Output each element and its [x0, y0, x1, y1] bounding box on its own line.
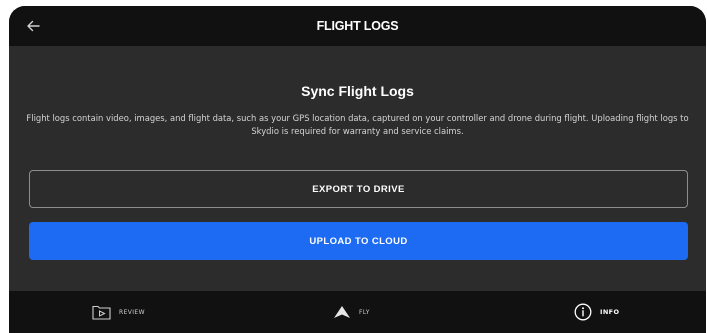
- upload-to-cloud-button[interactable]: UPLOAD TO CLOUD: [29, 222, 688, 260]
- arrow-up-icon: [334, 306, 350, 318]
- export-to-drive-button[interactable]: EXPORT TO DRIVE: [29, 170, 688, 208]
- nav-info[interactable]: INFO: [574, 291, 619, 333]
- top-bar: FLIGHT LOGS: [9, 6, 706, 46]
- app-screen: FLIGHT LOGS Sync Flight Logs Flight logs…: [9, 6, 706, 333]
- nav-fly-label: FLY: [359, 308, 370, 316]
- bottom-nav: REVIEW FLY INFO: [9, 291, 706, 333]
- page-title: FLIGHT LOGS: [316, 19, 399, 33]
- play-folder-icon: [92, 305, 111, 320]
- sync-panel: Sync Flight Logs Flight logs contain vid…: [9, 46, 706, 291]
- arrow-left-icon: [27, 20, 40, 32]
- nav-fly[interactable]: FLY: [333, 291, 370, 333]
- nav-review[interactable]: REVIEW: [92, 291, 145, 333]
- info-circle-icon: [574, 303, 592, 321]
- back-button[interactable]: [22, 15, 44, 37]
- nav-info-label: INFO: [600, 308, 620, 316]
- section-description: Flight logs contain video, images, and f…: [26, 113, 689, 136]
- section-heading: Sync Flight Logs: [301, 83, 414, 99]
- nav-review-label: REVIEW: [119, 308, 145, 316]
